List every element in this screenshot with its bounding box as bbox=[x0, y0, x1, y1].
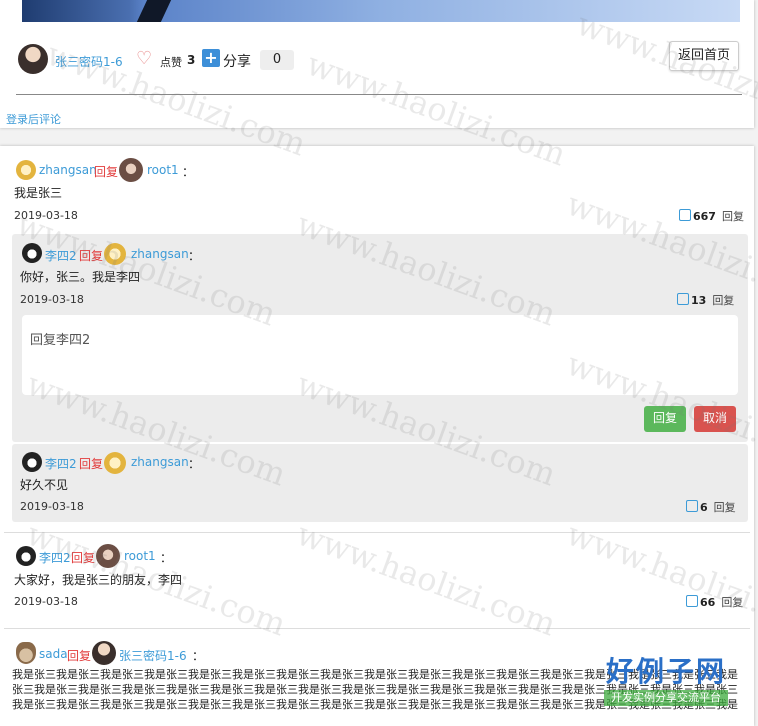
post-card: 张三密码1-6 ♡ 点赞 3 + 分享 0 返回首页 登录后评论 bbox=[0, 0, 754, 128]
colon: ： bbox=[192, 649, 205, 663]
reply-textarea-value: 回复李四2 bbox=[30, 333, 91, 348]
site-logo-subtitle: 开发实例分享交流平台 bbox=[604, 690, 728, 706]
reply-target-avatar[interactable] bbox=[92, 641, 116, 665]
reply-word: 回复 bbox=[79, 457, 104, 471]
commenter-name[interactable]: zhangsan bbox=[39, 163, 97, 177]
reply-target-name[interactable]: root1 bbox=[124, 549, 156, 563]
like-count: 3 bbox=[187, 53, 196, 67]
commenter-avatar[interactable] bbox=[22, 452, 42, 472]
site-logo-title: 好例子网 bbox=[605, 655, 726, 688]
reply-target-name[interactable]: root1 bbox=[147, 163, 179, 177]
comment-text: 我是张三 bbox=[14, 186, 63, 200]
comment-date: 2019-03-18 bbox=[14, 209, 78, 222]
divider bbox=[4, 628, 750, 629]
like-count: 66 bbox=[700, 596, 716, 609]
like-counter[interactable]: 13 回复 bbox=[677, 292, 734, 308]
reply-word: 回复 bbox=[94, 165, 119, 179]
author-avatar[interactable] bbox=[18, 44, 48, 74]
share-label[interactable]: 分享 bbox=[223, 51, 251, 71]
reply-button[interactable]: 回复 bbox=[721, 596, 743, 609]
reply-button[interactable]: 回复 bbox=[722, 210, 744, 223]
colon: ： bbox=[160, 551, 173, 565]
like-count: 6 bbox=[700, 501, 708, 514]
like-counter[interactable]: 66 回复 bbox=[686, 594, 743, 610]
comment-date: 2019-03-18 bbox=[20, 500, 84, 513]
commenter-avatar[interactable] bbox=[16, 642, 36, 664]
commenter-name[interactable]: 李四2 bbox=[45, 455, 77, 472]
reply-target-name[interactable]: zhangsan bbox=[131, 455, 189, 469]
share-plus-icon[interactable]: + bbox=[202, 49, 220, 67]
reply-word: 回复 bbox=[79, 249, 104, 263]
comment-text: 大家好，我是张三的朋友，李四 bbox=[14, 573, 183, 587]
like-counter[interactable]: 6 回复 bbox=[686, 499, 736, 515]
like-counter[interactable]: 667 回复 bbox=[679, 208, 744, 224]
comment-date: 2019-03-18 bbox=[20, 293, 84, 306]
colon: ： bbox=[182, 165, 195, 179]
reply-target-avatar[interactable] bbox=[104, 452, 126, 474]
commenter-avatar[interactable] bbox=[22, 243, 42, 263]
divider bbox=[4, 532, 750, 533]
like-count: 667 bbox=[693, 210, 716, 223]
reply-word: 回复 bbox=[71, 551, 96, 565]
post-banner-image bbox=[22, 0, 740, 22]
colon: ： bbox=[188, 249, 201, 263]
login-to-comment-link[interactable]: 登录后评论 bbox=[6, 111, 61, 127]
divider bbox=[16, 94, 742, 95]
reply-button[interactable]: 回复 bbox=[714, 501, 736, 514]
comment-text: 你好，张三。我是李四 bbox=[20, 270, 141, 284]
thumb-up-icon[interactable] bbox=[686, 500, 698, 512]
cancel-reply-button[interactable]: 取消 bbox=[694, 406, 736, 432]
commenter-avatar[interactable] bbox=[16, 546, 36, 566]
back-home-button[interactable]: 返回首页 bbox=[669, 41, 739, 71]
reply-target-avatar[interactable] bbox=[104, 243, 126, 265]
comment-date: 2019-03-18 bbox=[14, 595, 78, 608]
reply-target-avatar[interactable] bbox=[96, 544, 120, 568]
like-label[interactable]: 点赞 bbox=[160, 54, 182, 70]
commenter-avatar[interactable] bbox=[16, 160, 36, 180]
heart-icon[interactable]: ♡ bbox=[136, 48, 152, 69]
submit-reply-button[interactable]: 回复 bbox=[644, 406, 686, 432]
comment-text: 好久不见 bbox=[20, 478, 69, 492]
commenter-name[interactable]: sada bbox=[39, 647, 68, 661]
reply-button[interactable]: 回复 bbox=[712, 294, 734, 307]
colon: ： bbox=[188, 457, 201, 471]
reply-target-avatar[interactable] bbox=[119, 158, 143, 182]
reply-textarea[interactable]: 回复李四2 bbox=[22, 315, 738, 395]
thumb-up-icon[interactable] bbox=[677, 293, 689, 305]
reply-word: 回复 bbox=[67, 649, 92, 663]
reply-target-name[interactable]: zhangsan bbox=[131, 247, 189, 261]
author-name-link[interactable]: 张三密码1-6 bbox=[55, 53, 123, 70]
commenter-name[interactable]: 李四2 bbox=[39, 549, 71, 566]
share-count-badge: 0 bbox=[260, 50, 294, 70]
like-count: 13 bbox=[691, 294, 707, 307]
thumb-up-icon[interactable] bbox=[686, 595, 698, 607]
reply-target-name[interactable]: 张三密码1-6 bbox=[119, 647, 187, 664]
thumb-up-icon[interactable] bbox=[679, 209, 691, 221]
commenter-name[interactable]: 李四2 bbox=[45, 247, 77, 264]
